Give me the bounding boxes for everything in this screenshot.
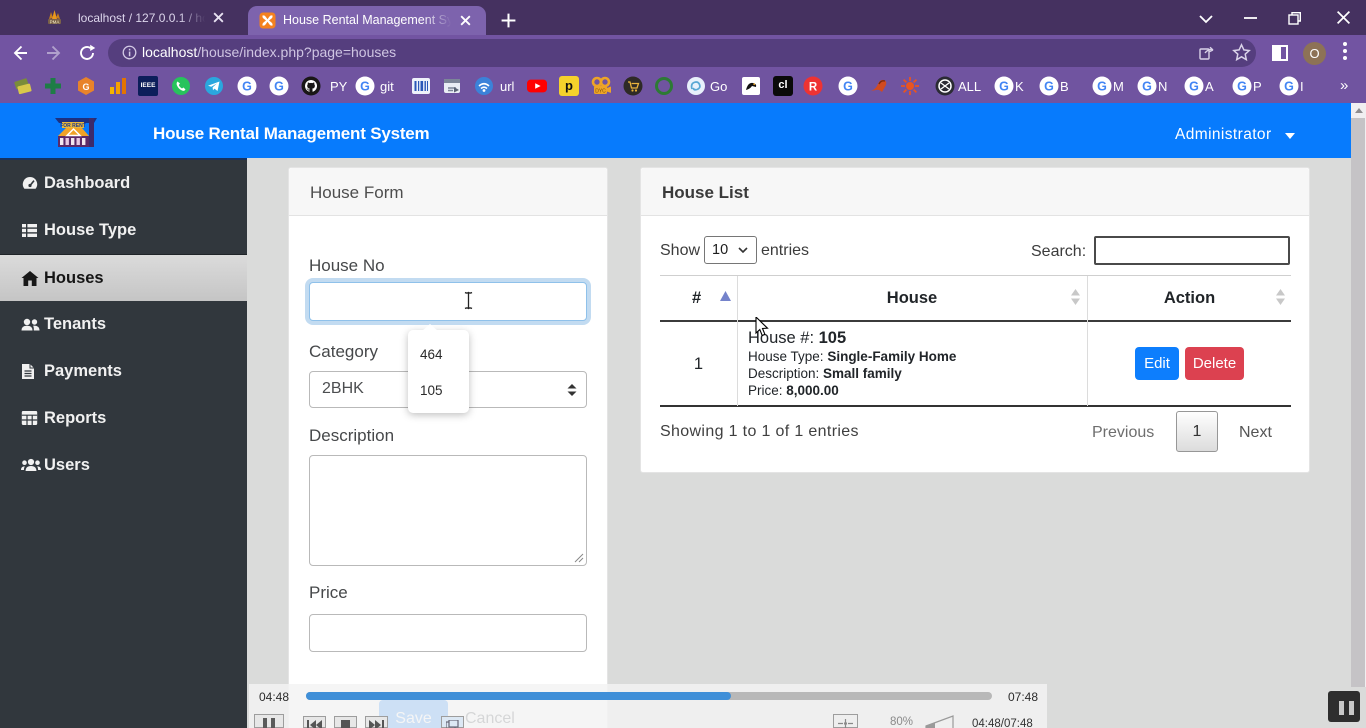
svg-text:G: G — [999, 80, 1009, 94]
svg-text:G: G — [1142, 80, 1152, 94]
svg-text:G: G — [242, 80, 252, 94]
svg-text:G: G — [1237, 80, 1247, 94]
svg-text:G: G — [1044, 80, 1054, 94]
svg-text:G: G — [1284, 80, 1294, 94]
svg-text:G: G — [82, 82, 89, 92]
svg-text:R: R — [809, 82, 818, 94]
svg-text:G: G — [274, 80, 284, 94]
svg-text:G: G — [360, 80, 370, 94]
svg-text:G: G — [843, 80, 853, 94]
svg-text:DYC: DYC — [595, 89, 606, 95]
svg-text:PMA: PMA — [50, 20, 60, 25]
svg-text:G: G — [1097, 80, 1107, 94]
svg-text:G: G — [1189, 80, 1199, 94]
